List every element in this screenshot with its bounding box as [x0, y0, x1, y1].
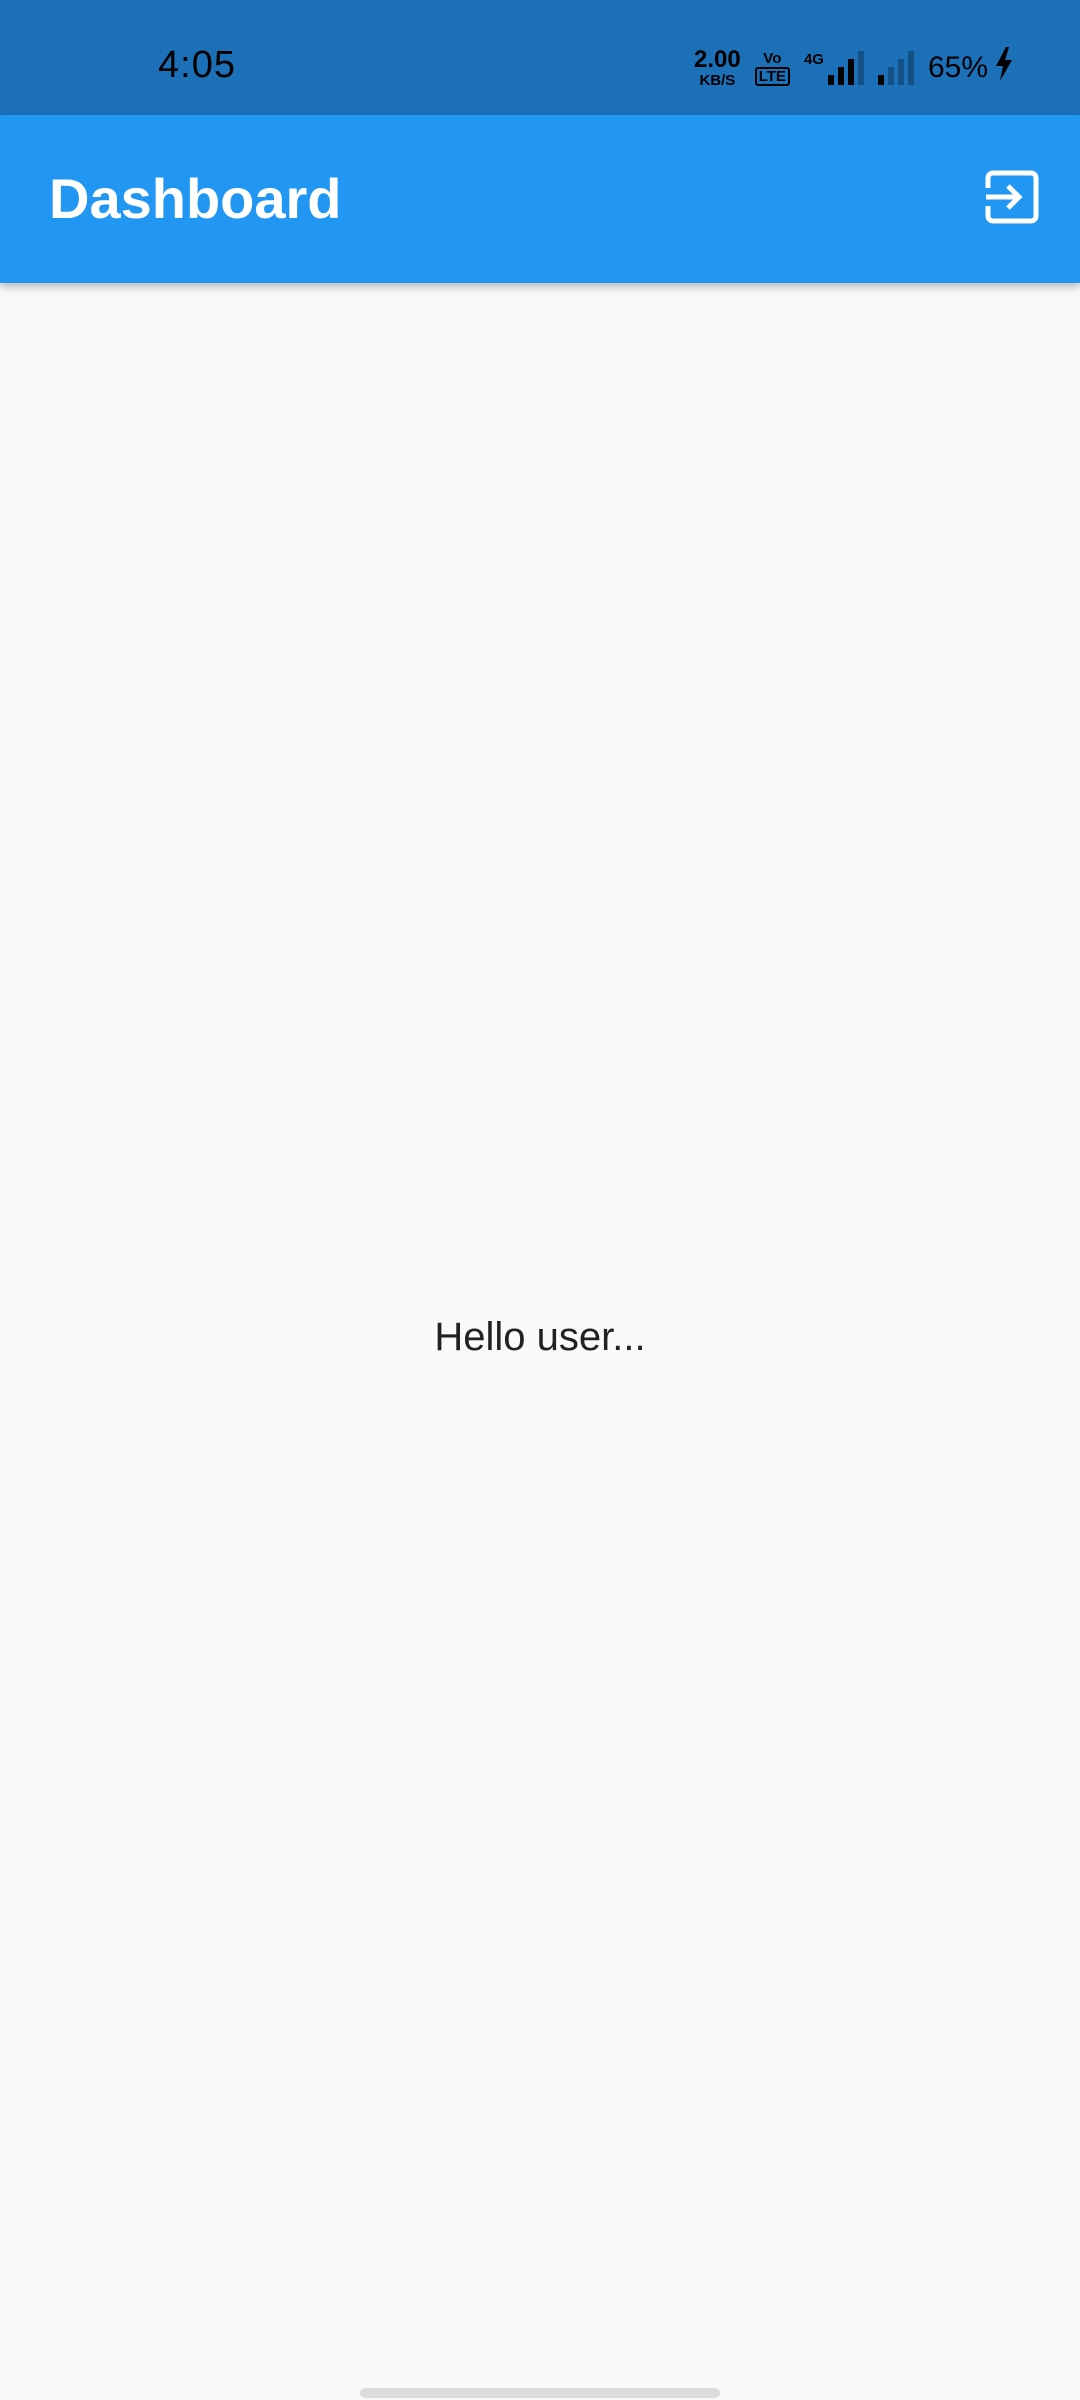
signal-bars	[827, 51, 864, 85]
volte-bottom-label: LTE	[754, 66, 790, 86]
volte-top-label: Vo	[763, 49, 782, 67]
charging-bolt-icon	[994, 47, 1014, 89]
network-speed: 2.00 KB/S	[694, 46, 741, 89]
status-bar: 4:05 2.00 KB/S Vo LTE 4G 65%	[0, 0, 1080, 115]
volte-icon: Vo LTE	[754, 49, 790, 86]
signal-strength-icon	[877, 51, 914, 85]
network-type-label: 4G	[803, 51, 824, 68]
page-title: Dashboard	[49, 167, 342, 230]
greeting-text: Hello user...	[434, 1315, 646, 1359]
status-icons: 2.00 KB/S Vo LTE 4G 65%	[694, 44, 1014, 92]
logout-button[interactable]	[974, 161, 1050, 237]
logout-icon	[984, 169, 1040, 230]
signal-strength-icon: 4G	[804, 51, 864, 85]
network-speed-value: 2.00	[694, 46, 741, 73]
battery-percentage: 65%	[927, 51, 988, 84]
network-speed-unit: KB/S	[699, 72, 736, 89]
app-bar: Dashboard	[0, 115, 1080, 283]
home-indicator[interactable]	[360, 2388, 720, 2398]
status-time: 4:05	[158, 44, 236, 86]
